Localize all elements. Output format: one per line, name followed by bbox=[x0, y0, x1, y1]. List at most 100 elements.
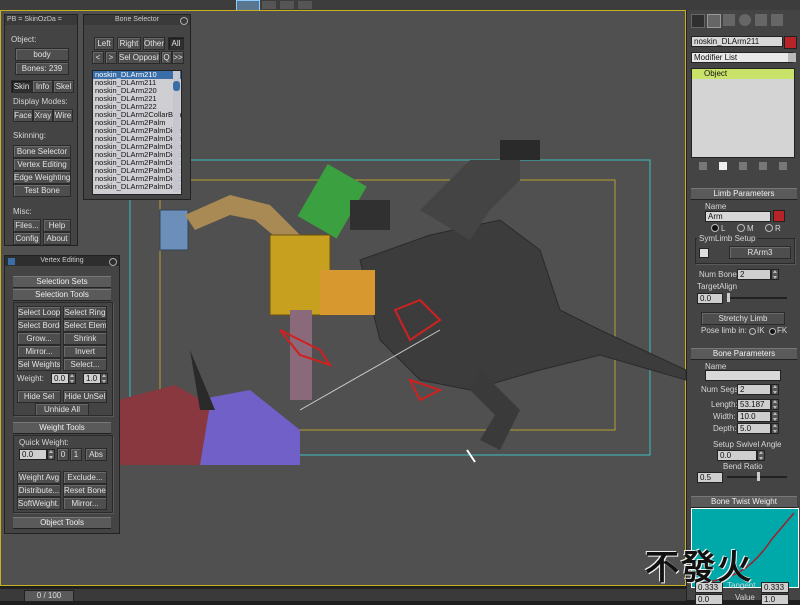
length-field[interactable]: 53.187 bbox=[737, 399, 771, 410]
pin-stack-icon[interactable] bbox=[699, 162, 707, 170]
pose-ik-label[interactable]: IK bbox=[757, 326, 765, 335]
filter-right-button[interactable]: Right bbox=[117, 37, 141, 50]
display-xray-button[interactable]: Xray bbox=[33, 109, 53, 122]
radio-m[interactable]: M bbox=[747, 224, 754, 233]
mirror-weights-button[interactable]: Mirror... bbox=[63, 497, 107, 510]
timeline[interactable]: 0 / 100 bbox=[0, 588, 686, 602]
bone-name-field[interactable] bbox=[705, 370, 781, 381]
pose-fk-label[interactable]: FK bbox=[777, 326, 787, 335]
num-bones-spinner[interactable] bbox=[771, 269, 779, 280]
symlimb-checkbox[interactable] bbox=[699, 248, 709, 258]
weight-a-field[interactable]: 0.0 bbox=[51, 373, 69, 384]
toolbar-icon[interactable] bbox=[298, 1, 312, 9]
close-icon[interactable] bbox=[180, 17, 188, 25]
about-button[interactable]: About bbox=[43, 232, 71, 245]
display-wire-button[interactable]: Wire bbox=[53, 109, 73, 122]
next-button[interactable]: > bbox=[105, 51, 117, 64]
time-slider[interactable]: 0 / 100 bbox=[24, 590, 74, 602]
select-border-button[interactable]: Select Border bbox=[17, 319, 61, 332]
limb-parameters-rollout[interactable]: Limb Parameters bbox=[691, 188, 797, 200]
swivel-spinner[interactable] bbox=[757, 450, 765, 461]
tab-skel[interactable]: Skel bbox=[53, 80, 74, 93]
num-segs-spinner[interactable] bbox=[771, 384, 779, 395]
weight-tools-rollout[interactable]: Weight Tools bbox=[13, 422, 111, 434]
num-segs-field[interactable]: 2 bbox=[737, 384, 771, 395]
q-button[interactable]: Q bbox=[161, 51, 172, 64]
make-unique-icon[interactable] bbox=[739, 162, 747, 170]
qw-abs-button[interactable]: Abs bbox=[85, 448, 107, 461]
remove-modifier-icon[interactable] bbox=[759, 162, 767, 170]
modifier-list-dropdown[interactable]: Modifier List bbox=[691, 52, 793, 63]
selection-sets-rollout[interactable]: Selection Sets bbox=[13, 276, 111, 288]
depth-spinner[interactable] bbox=[771, 423, 779, 434]
radio-dot-m[interactable] bbox=[737, 224, 745, 232]
object-name-button[interactable]: body bbox=[15, 48, 69, 61]
length-spinner[interactable] bbox=[771, 399, 779, 410]
radio-dot-r[interactable] bbox=[765, 224, 773, 232]
shrink-button[interactable]: Shrink bbox=[63, 332, 107, 345]
display-tab-icon[interactable] bbox=[755, 14, 767, 26]
select-dots-button[interactable]: Select... bbox=[63, 358, 107, 371]
chevron-down-icon[interactable] bbox=[788, 53, 796, 62]
weight-b-spinner[interactable] bbox=[100, 373, 108, 384]
filter-left-button[interactable]: Left bbox=[94, 37, 114, 50]
show-end-result-icon[interactable] bbox=[719, 162, 727, 170]
toolbar-icon[interactable] bbox=[280, 1, 294, 9]
reset-bone-button[interactable]: Reset Bone... bbox=[63, 484, 107, 497]
target-align-slider[interactable] bbox=[727, 297, 787, 299]
radio-dot-ik[interactable] bbox=[749, 328, 756, 335]
exclude-button[interactable]: Exclude... bbox=[63, 471, 107, 484]
config-button[interactable]: Config bbox=[13, 232, 41, 245]
object-name-field[interactable]: noskin_DLArm211 bbox=[691, 36, 783, 47]
help-button[interactable]: Help bbox=[43, 219, 71, 232]
width-spinner[interactable] bbox=[771, 411, 779, 422]
unhide-all-button[interactable]: Unhide All bbox=[35, 403, 89, 416]
stretchy-limb-button[interactable]: Stretchy Limb bbox=[701, 312, 785, 325]
skin-panel-titlebar[interactable]: PB = SkinOzDa = bbox=[5, 15, 77, 25]
width-field[interactable]: 10.0 bbox=[737, 411, 771, 422]
bone-list-item[interactable]: noskin_DLArm2PalmDigit2 bbox=[93, 183, 181, 191]
hide-sel-button[interactable]: Hide Sel bbox=[17, 390, 61, 403]
radio-r[interactable]: R bbox=[775, 224, 781, 233]
qw-0-button[interactable]: 0 bbox=[57, 448, 69, 461]
bone-twist-weight-rollout[interactable]: Bone Twist Weight bbox=[691, 496, 797, 508]
softweight-button[interactable]: SoftWeight... bbox=[17, 497, 61, 510]
configure-sets-icon[interactable] bbox=[779, 162, 787, 170]
bone-selector-titlebar[interactable]: Bone Selector bbox=[84, 15, 190, 25]
mirror-button[interactable]: Mirror... bbox=[17, 345, 61, 358]
select-loop-button[interactable]: Select Loop bbox=[17, 306, 61, 319]
limb-name-field[interactable]: Arm bbox=[705, 211, 771, 222]
vertex-editing-titlebar[interactable]: Vertex Editing bbox=[5, 256, 119, 266]
quick-weight-field[interactable]: 0.0 bbox=[19, 449, 47, 460]
target-align-slider-thumb[interactable] bbox=[727, 293, 730, 302]
selection-tools-rollout[interactable]: Selection Tools bbox=[13, 289, 111, 301]
bend-ratio-field[interactable]: 0.5 bbox=[697, 472, 723, 483]
files-button[interactable]: Files... bbox=[13, 219, 41, 232]
num-bones-field[interactable]: 2 bbox=[737, 269, 771, 280]
bone-list-scrollbar[interactable] bbox=[173, 71, 180, 192]
grow-button[interactable]: Grow... bbox=[17, 332, 61, 345]
sel-opposite-button[interactable]: Sel Opposite bbox=[118, 51, 160, 64]
filter-other-button[interactable]: Other bbox=[143, 37, 165, 50]
bone-selector-button[interactable]: Bone Selector bbox=[13, 145, 71, 158]
bend-ratio-slider-thumb[interactable] bbox=[757, 472, 760, 481]
test-bone-button[interactable]: Test Bone bbox=[13, 184, 71, 197]
swivel-field[interactable]: 0.0 bbox=[717, 450, 757, 461]
toolbar-icon[interactable] bbox=[262, 1, 276, 9]
radio-dot-l[interactable] bbox=[711, 224, 719, 232]
quick-weight-spinner[interactable] bbox=[47, 449, 55, 460]
stack-item-object[interactable]: Object bbox=[692, 69, 794, 79]
distribute-button[interactable]: Distribute... bbox=[17, 484, 61, 497]
object-tools-rollout[interactable]: Object Tools bbox=[13, 517, 111, 529]
filter-all-button[interactable]: All bbox=[168, 37, 184, 50]
modifier-stack[interactable]: Object bbox=[691, 68, 795, 158]
depth-field[interactable]: 5.0 bbox=[737, 423, 771, 434]
jump-button[interactable]: >> bbox=[172, 51, 184, 64]
modify-tab-icon[interactable] bbox=[707, 14, 721, 28]
prev-button[interactable]: < bbox=[92, 51, 104, 64]
twist-field-b[interactable]: 0.333 bbox=[761, 582, 789, 593]
select-element-button[interactable]: Select Element bbox=[63, 319, 107, 332]
sel-weights-button[interactable]: Sel Weights bbox=[17, 358, 61, 371]
bone-list[interactable]: noskin_DLArm210 noskin_DLArm211 noskin_DLA… bbox=[92, 70, 182, 195]
weight-b-field[interactable]: 1.0 bbox=[83, 373, 101, 384]
